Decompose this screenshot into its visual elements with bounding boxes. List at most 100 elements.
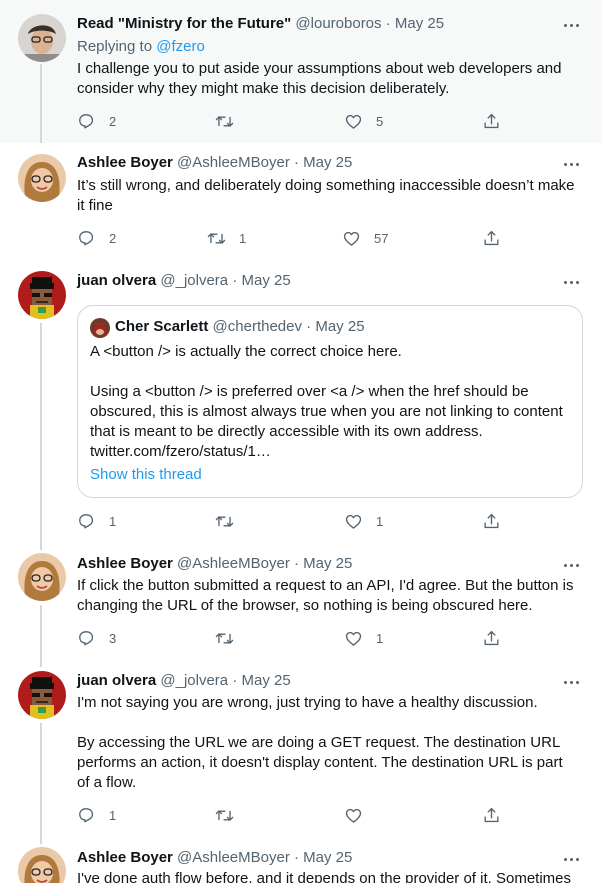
replying-to-link[interactable]: @fzero: [156, 38, 205, 55]
like-count: 1: [376, 513, 384, 529]
author-handle[interactable]: @AshleeMBoyer: [177, 154, 290, 171]
share-button[interactable]: [482, 511, 501, 531]
tweet-text: I'm not saying you are wrong, just tryin…: [77, 694, 563, 791]
reply-count: 1: [109, 513, 117, 529]
avatar[interactable]: [18, 671, 66, 719]
author-handle[interactable]: @AshleeMBoyer: [177, 555, 290, 572]
tweet-date[interactable]: May 25: [241, 672, 290, 689]
thread-line: [40, 723, 42, 844]
more-icon[interactable]: [564, 557, 580, 573]
like-button[interactable]: 57: [342, 228, 388, 248]
avatar[interactable]: [18, 847, 66, 883]
quoted-author-handle: @cherthedev: [212, 318, 302, 335]
tweet-juan-2[interactable]: juan olvera @_jolvera · May 25 I'm not s…: [0, 667, 602, 844]
like-button[interactable]: [344, 805, 376, 825]
tweet-actions: 1 1: [77, 511, 501, 531]
retweet-button[interactable]: [215, 111, 247, 131]
tweet-text: I've done auth flow before, and it depen…: [77, 870, 571, 883]
tweet-header: juan olvera @_jolvera · May 25: [77, 271, 291, 291]
share-button[interactable]: [482, 805, 501, 825]
reply-icon: [79, 230, 94, 246]
avatar[interactable]: [18, 553, 66, 601]
heart-icon: [345, 514, 362, 529]
tweet-ashlee-1[interactable]: Ashlee Boyer @AshleeMBoyer · May 25 It’s…: [0, 143, 602, 263]
tweet-header: Ashlee Boyer @AshleeMBoyer · May 25: [77, 153, 352, 173]
avatar[interactable]: [18, 14, 66, 62]
heart-icon: [343, 231, 360, 246]
author-handle[interactable]: @AshleeMBoyer: [177, 849, 290, 866]
tweet-date[interactable]: May 25: [303, 849, 352, 866]
tweet-actions: 2 5: [77, 111, 501, 131]
tweet-date[interactable]: May 25: [303, 555, 352, 572]
tweet-actions: 1: [77, 805, 501, 825]
author-handle[interactable]: @_jolvera: [160, 272, 228, 289]
retweet-button[interactable]: 1: [207, 228, 246, 248]
like-count: 1: [376, 630, 384, 646]
retweet-button[interactable]: [215, 805, 247, 825]
avatar[interactable]: [18, 154, 66, 202]
author-name[interactable]: juan olvera: [77, 672, 156, 689]
share-icon: [484, 513, 499, 528]
retweet-button[interactable]: [215, 511, 247, 531]
retweet-icon: [215, 632, 234, 644]
tweet-date[interactable]: May 25: [395, 15, 444, 32]
reply-count: 2: [109, 113, 117, 129]
quoted-tweet[interactable]: Cher Scarlett @cherthedev · May 25 A <bu…: [77, 305, 583, 498]
tweet-actions: 3 1: [77, 628, 501, 648]
heart-icon: [345, 631, 362, 646]
quoted-author-name: Cher Scarlett: [115, 318, 209, 335]
reply-button[interactable]: 1: [77, 805, 116, 825]
reply-count: 2: [109, 230, 117, 246]
tweet-ashlee-3[interactable]: Ashlee Boyer @AshleeMBoyer · May 25 I've…: [0, 844, 602, 883]
reply-button[interactable]: 3: [77, 628, 116, 648]
author-name[interactable]: Ashlee Boyer: [77, 849, 173, 866]
retweet-icon: [215, 809, 234, 821]
author-name[interactable]: Ashlee Boyer: [77, 154, 173, 171]
separator: ·: [232, 272, 238, 289]
reply-button[interactable]: 2: [77, 111, 116, 131]
author-name[interactable]: juan olvera: [77, 272, 156, 289]
tweet-text: If click the button submitted a request …: [77, 577, 574, 614]
replying-label: Replying to: [77, 38, 153, 55]
tweet-header: Read "Ministry for the Future" @lourobor…: [77, 14, 444, 34]
share-icon: [484, 807, 499, 822]
more-icon[interactable]: [564, 851, 580, 867]
tweet-louroboros[interactable]: Read "Ministry for the Future" @lourobor…: [0, 0, 602, 143]
more-icon[interactable]: [564, 274, 580, 290]
show-thread-link[interactable]: Show this thread: [90, 465, 202, 485]
author-name[interactable]: Read "Ministry for the Future": [77, 15, 291, 32]
separator: ·: [294, 849, 299, 866]
like-button[interactable]: 1: [344, 511, 383, 531]
thread-line: [40, 323, 42, 550]
reply-button[interactable]: 1: [77, 511, 116, 531]
share-button[interactable]: [482, 111, 501, 131]
quoted-date: May 25: [315, 318, 365, 335]
reply-button[interactable]: 2: [77, 228, 116, 248]
tweet-header: juan olvera @_jolvera · May 25: [77, 671, 291, 691]
author-handle[interactable]: @louroboros: [295, 15, 381, 32]
more-icon[interactable]: [564, 17, 580, 33]
retweet-icon: [215, 115, 234, 127]
share-button[interactable]: [482, 628, 501, 648]
more-icon[interactable]: [564, 674, 580, 690]
tweet-actions: 2 1 57: [77, 228, 501, 248]
avatar[interactable]: [18, 271, 66, 319]
author-name[interactable]: Ashlee Boyer: [77, 555, 173, 572]
tweet-ashlee-2[interactable]: Ashlee Boyer @AshleeMBoyer · May 25 If c…: [0, 550, 602, 667]
like-button[interactable]: 5: [344, 111, 383, 131]
separator: ·: [306, 318, 312, 335]
retweet-button[interactable]: [215, 628, 247, 648]
retweet-icon: [215, 515, 234, 527]
tweet-juan-1[interactable]: juan olvera @_jolvera · May 25 Cher Scar…: [0, 263, 602, 550]
tweet-date[interactable]: May 25: [241, 272, 290, 289]
separator: ·: [294, 154, 299, 171]
author-handle[interactable]: @_jolvera: [160, 672, 228, 689]
thread-line: [40, 64, 42, 143]
share-button[interactable]: [482, 228, 501, 248]
tweet-date[interactable]: May 25: [303, 154, 352, 171]
heart-icon: [345, 808, 362, 823]
like-button[interactable]: 1: [344, 628, 383, 648]
tweet-header: Ashlee Boyer @AshleeMBoyer · May 25: [77, 848, 352, 868]
separator: ·: [232, 672, 238, 689]
more-icon[interactable]: [564, 156, 580, 172]
